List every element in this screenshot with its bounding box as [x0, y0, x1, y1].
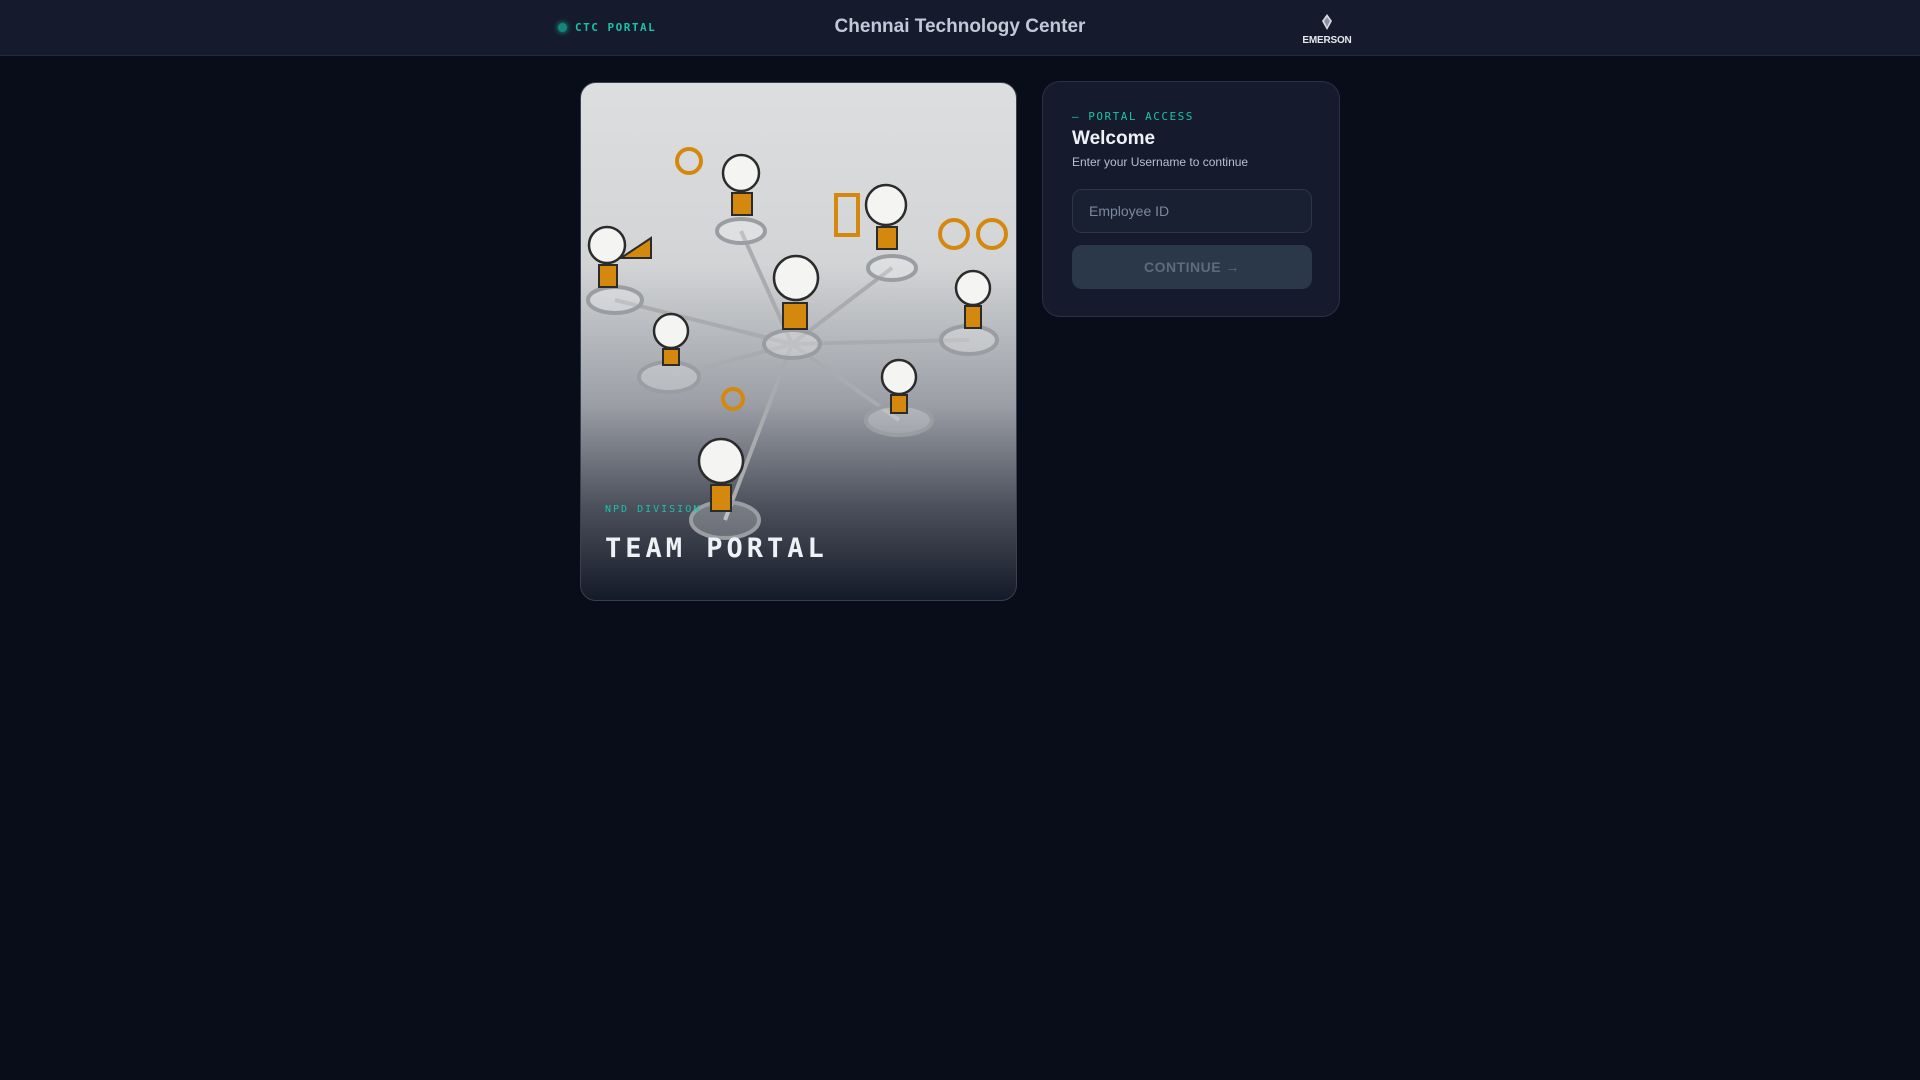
portal-access-label: — PORTAL ACCESS	[1072, 110, 1194, 123]
continue-button[interactable]: CONTINUE →	[1072, 245, 1312, 289]
hero-card: NPD DIVISION TEAM PORTAL	[580, 82, 1017, 601]
login-subtitle: Enter your Username to continue	[1072, 155, 1249, 169]
top-header: CTC PORTAL Chennai Technology Center EME…	[0, 0, 1920, 56]
logo-text: EMERSON	[1302, 35, 1352, 46]
hero-subtitle: NPD DIVISION	[605, 504, 702, 515]
emerson-logo-icon	[1322, 14, 1332, 30]
employee-id-input[interactable]	[1072, 189, 1312, 233]
hero-title: TEAM PORTAL	[605, 533, 828, 564]
page-title: Chennai Technology Center	[834, 16, 1086, 37]
emerson-logo: EMERSON	[1296, 14, 1358, 46]
login-card: — PORTAL ACCESS Welcome Enter your Usern…	[1042, 81, 1340, 317]
welcome-heading: Welcome	[1072, 128, 1156, 149]
team-network-illustration	[586, 147, 1008, 540]
